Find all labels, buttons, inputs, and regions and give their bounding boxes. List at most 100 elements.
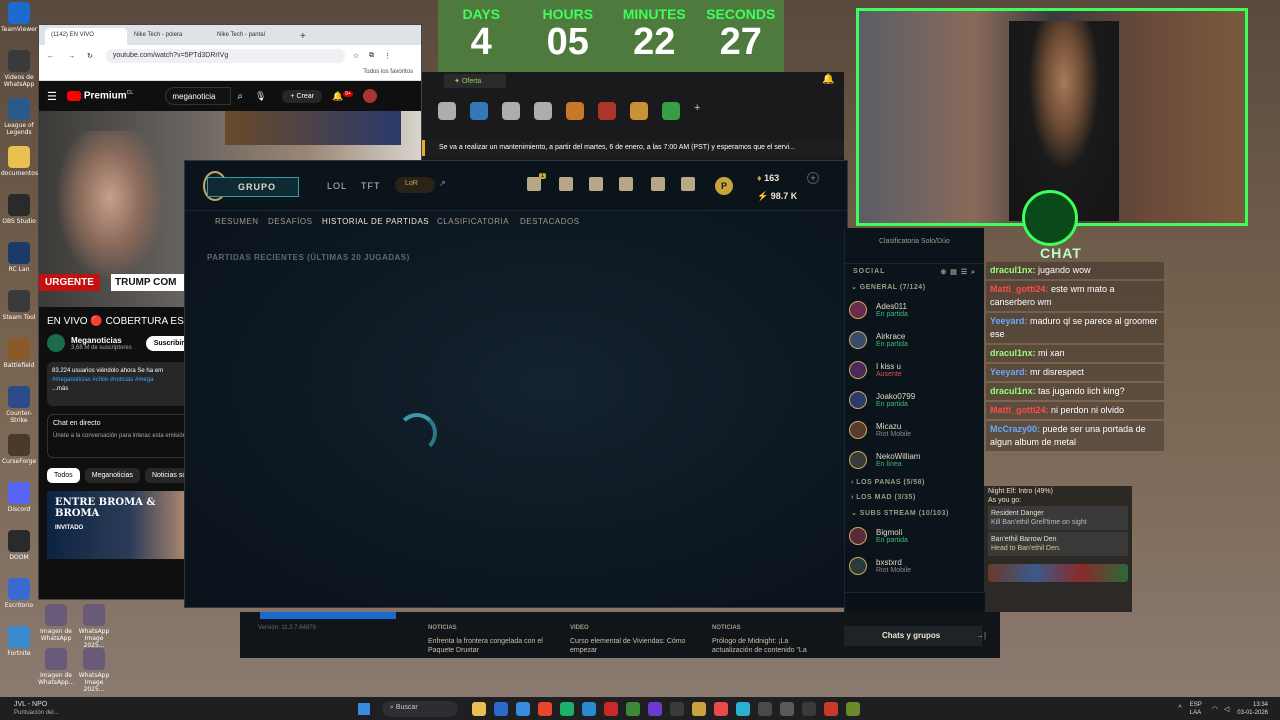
channel-avatar[interactable] [47,334,65,352]
subnav-destacados[interactable]: DESTACADOS [520,217,580,226]
riot-points-icon[interactable]: P [715,177,733,195]
create-button[interactable]: + Crear [282,89,322,103]
missions-icon[interactable] [527,177,541,191]
related-video-thumbnail[interactable]: ENTRE BROMA & BROMA INVITADO [47,491,187,559]
desktop-shortcut[interactable]: Discord [1,482,37,530]
desktop-shortcut[interactable]: DOOM [1,530,37,578]
browser-tab[interactable]: Nike Tech - pantal [211,28,293,45]
external-link-icon[interactable]: ↗ [439,179,446,188]
wow-icon[interactable] [662,102,680,120]
browser-tab[interactable]: (1142) EN VIVO [45,28,127,45]
taskbar-app-icon[interactable] [802,701,816,716]
desktop-shortcut[interactable]: TeamViewer [1,2,37,50]
mic-icon[interactable]: 🎙 [255,91,266,102]
language-indicator[interactable]: ESP LAA [1190,701,1202,717]
quest-item[interactable]: Resident Danger Kill Ban'ethil Grell'tim… [988,506,1128,530]
search-input[interactable]: meganoticia [165,87,232,105]
friend-row[interactable]: Ades011 En partida [845,295,984,325]
reload-icon[interactable]: ↻ [87,52,93,60]
add-currency-icon[interactable]: + [807,172,819,184]
offer-tab[interactable]: ✦ Oferta [444,74,506,88]
notifications-icon[interactable]: 🔔 9+ [332,90,353,102]
social-actions-icon[interactable]: ⊕ ▤ ☰ ⌕ [940,268,976,277]
bell-icon[interactable]: 🔔 [822,74,834,85]
search-box[interactable]: ⌕ Buscar [382,700,458,717]
taskbar-app-icon[interactable] [648,701,662,716]
bookmark-star-icon[interactable]: ☆ [353,52,359,60]
volume-icon[interactable]: ◁ [1224,705,1229,713]
chip-channel[interactable]: Meganoticias [84,468,140,483]
friend-group[interactable]: ⌄ GENERAL (7/124) [845,279,984,295]
new-tab-button[interactable]: + [294,31,312,45]
subnav-resumen[interactable]: RESUMEN [215,217,259,226]
taskbar-app-icon[interactable] [846,701,860,716]
friend-row[interactable]: Bigmoli En partida [845,521,984,551]
friend-group[interactable]: › LOS PANAS (5/58) [845,475,984,490]
taskbar-app-icon[interactable] [626,701,640,716]
taskbar-app-icon[interactable] [516,701,530,716]
weather-widget[interactable]: JVL - NPO Puntuación del... [14,701,84,717]
search-icon[interactable]: ⌕ [237,91,243,102]
hex-icon[interactable] [470,102,488,120]
taskbar-app-icon[interactable] [472,701,486,716]
play-button[interactable] [260,612,396,619]
overwatch-icon[interactable] [566,102,584,120]
nav-lol[interactable]: LOL [327,181,347,191]
desktop-shortcut[interactable]: RC Lan [1,242,37,290]
tray-chevron-icon[interactable]: ^ [1178,705,1181,712]
news-title[interactable]: Enfrenta la frontera congelada con el Pa… [428,637,546,655]
friend-group[interactable]: › LOS MAD (3/35) [845,490,984,505]
channel-name[interactable]: Meganoticias [71,336,132,345]
quest-item[interactable]: Ban'ethil Barrow Den Head to Ban'ethil D… [988,532,1128,556]
friend-group[interactable]: ⌄ SUBS STREAM (10/103) [845,505,984,521]
group-button[interactable]: GRUPO [207,177,299,197]
all-bookmarks-link[interactable]: Todos los favoritos [363,69,413,75]
MW-icon[interactable] [438,102,456,120]
address-bar[interactable]: youtube.com/watch?v=5PTd3DRrIVg [104,49,345,63]
champions-icon[interactable] [559,177,573,191]
ability-bar[interactable] [988,564,1128,582]
extensions-icon[interactable]: ⧉ [369,52,374,60]
subnav-historial-de-partidas[interactable]: HISTORIAL DE PARTIDAS [322,217,429,226]
avatar[interactable] [362,89,377,103]
taskbar-app-icon[interactable] [582,701,596,716]
taskbar-app-icon[interactable] [670,701,684,716]
taskbar-app-icon[interactable] [538,701,552,716]
clash-icon[interactable] [651,177,665,191]
taskbar-app-icon[interactable] [824,701,838,716]
forward-icon[interactable]: → [68,53,75,60]
friend-row[interactable]: Micazu Riot Mobile [845,415,984,445]
desktop-shortcut[interactable]: Counter-Strike [1,386,37,434]
back-icon[interactable]: ← [47,53,54,60]
desktop-shortcut[interactable]: Fortnite [1,626,37,674]
news-title[interactable]: Curso elemental de Viviendas: Cómo empez… [570,637,688,655]
taskbar-app-icon[interactable] [736,701,750,716]
friend-row[interactable]: NekoWilliam En línea [845,445,984,475]
friend-row[interactable]: Joako0799 En partida [845,385,984,415]
add-game-icon[interactable]: + [694,102,700,120]
clock[interactable]: 13:34 03-01-2026 [1237,701,1268,717]
subnav-desafíos[interactable]: DESAFÍOS [268,217,312,226]
desktop-file[interactable]: Imagen de WhatsApp [38,604,74,642]
MW2-icon[interactable] [502,102,520,120]
desktop-shortcut[interactable]: CurseForge [1,434,37,482]
taskbar-app-icon[interactable] [758,701,772,716]
desktop-shortcut[interactable]: League of Legends [1,98,37,146]
nav-lor[interactable]: LoR [395,177,435,193]
desktop-shortcut[interactable]: documentos [1,146,38,194]
taskbar-app-icon[interactable] [494,701,508,716]
news-title[interactable]: Prólogo de Midnight: ¡La actualización d… [712,637,830,655]
chats-groups-button[interactable]: Chats y grupos [844,626,982,646]
store-icon[interactable] [681,177,695,191]
friend-row[interactable]: Airkrace En partida [845,325,984,355]
taskbar-app-icon[interactable] [780,701,794,716]
wifi-icon[interactable]: ◠ [1212,705,1218,713]
desktop-shortcut[interactable]: Battlefield [1,338,37,386]
desktop-shortcut[interactable]: Videos de WhatsApp [1,50,37,98]
menu-icon[interactable]: ☰ [47,90,57,103]
friend-row[interactable]: bxstxrd Riot Mobile [845,551,984,581]
start-icon[interactable] [358,702,370,715]
collapse-icon[interactable]: →| [976,631,986,640]
taskbar-app-icon[interactable] [560,701,574,716]
taskbar-app-icon[interactable] [714,701,728,716]
